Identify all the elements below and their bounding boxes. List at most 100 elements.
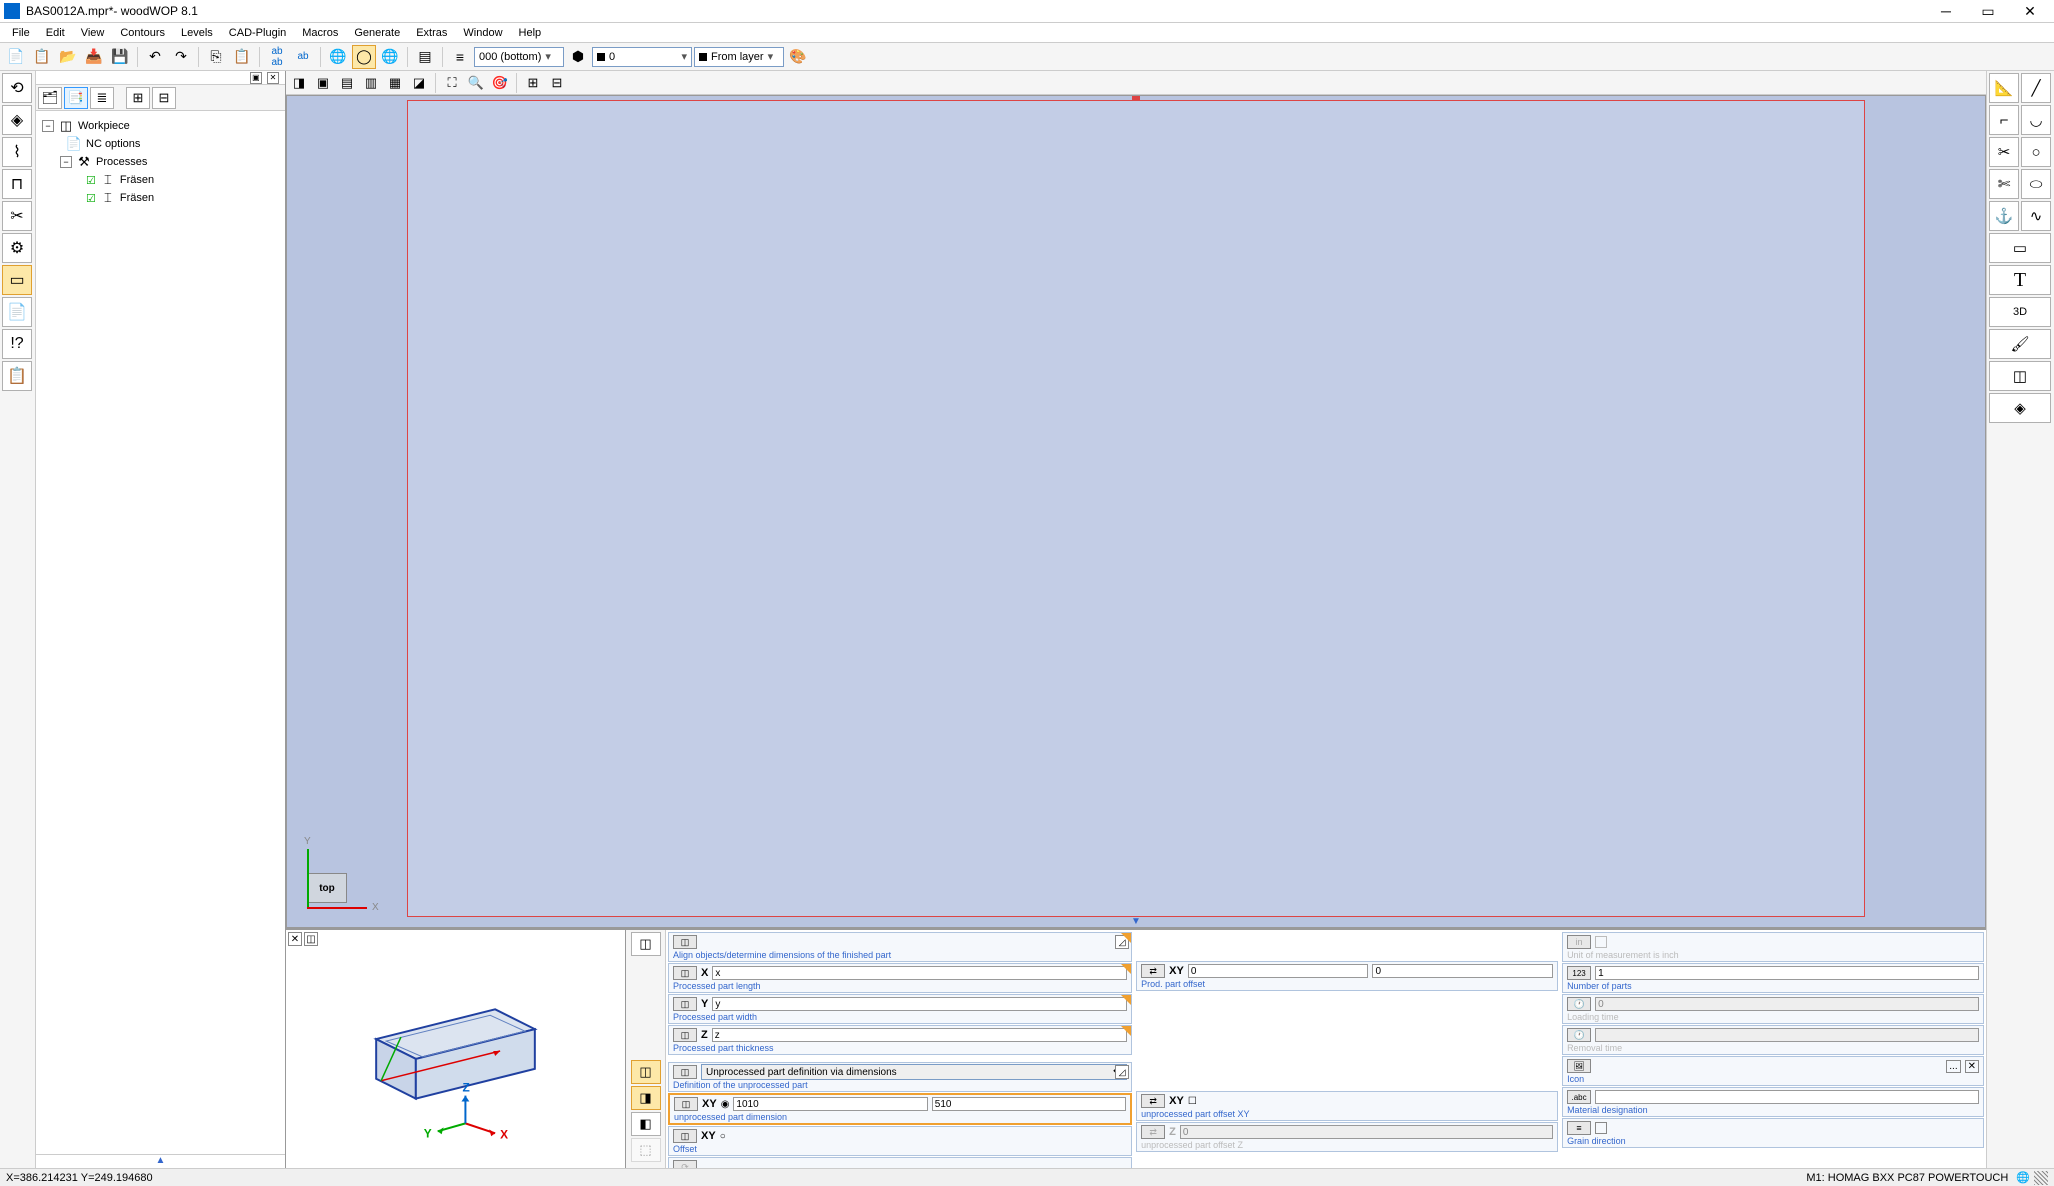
measure-icon[interactable]: 📐 <box>1989 73 2019 103</box>
tree-expander[interactable]: − <box>42 120 54 132</box>
shape2-icon[interactable]: ◫ <box>1989 361 2051 391</box>
layer-select[interactable]: 000 (bottom)▾ <box>474 47 564 67</box>
workpiece-outline[interactable] <box>407 100 1865 917</box>
arc-icon[interactable]: ◡ <box>2021 105 2051 135</box>
tree-tab-3[interactable]: ≣ <box>90 87 114 109</box>
from-layer-select[interactable]: From layer▾ <box>694 47 784 67</box>
layer-manage-icon[interactable]: ⬢ <box>566 45 590 69</box>
panel-close-button[interactable]: ✕ <box>267 72 279 84</box>
trim-icon[interactable]: ✄ <box>1989 169 2019 199</box>
find-button[interactable]: ab <box>291 45 315 69</box>
view-3d-icon[interactable]: ◪ <box>408 73 430 93</box>
material-input[interactable] <box>1595 1090 1979 1104</box>
brush-icon[interactable]: 🖌 <box>1989 329 2051 359</box>
prop-numparts-cell[interactable]: 123 Number of parts <box>1562 963 1984 993</box>
panel-pin-button[interactable]: ▣ <box>250 72 262 84</box>
clear-icon-button[interactable]: ✕ <box>1965 1060 1979 1073</box>
view-top-icon[interactable]: ▣ <box>312 73 334 93</box>
tree-tab-1[interactable]: 🗂 <box>38 87 62 109</box>
line-icon[interactable]: ╱ <box>2021 73 2051 103</box>
layers-tool-icon[interactable]: ◈ <box>2 105 32 135</box>
zoom-icon[interactable]: 🔍 <box>465 73 487 93</box>
tree-nc-options-label[interactable]: NC options <box>86 138 140 150</box>
check-icon[interactable]: ☑ <box>86 174 96 187</box>
unproc-x-input[interactable] <box>733 1097 927 1111</box>
prop-icon-cell[interactable]: 🖼...✕ Icon <box>1562 1056 1984 1086</box>
prop-unproc-def-cell[interactable]: ◿ ◫Unprocessed part definition via dimen… <box>668 1062 1132 1092</box>
xy-off-2-input[interactable] <box>1372 964 1553 978</box>
numparts-input[interactable] <box>1595 966 1979 980</box>
extrude-icon[interactable]: ◈ <box>1989 393 2051 423</box>
menu-window[interactable]: Window <box>455 25 510 41</box>
view-iso-icon[interactable]: ◨ <box>288 73 310 93</box>
zoom-target-icon[interactable]: 🎯 <box>489 73 511 93</box>
menu-contours[interactable]: Contours <box>112 25 173 41</box>
globe2-button[interactable]: 🌐 <box>378 45 402 69</box>
help-tool-icon[interactable]: !? <box>2 329 32 359</box>
prop-align-cell[interactable]: ◿ ◫ Align objects/determine dimensions o… <box>668 932 1132 962</box>
mini-box3-icon[interactable]: ◨ <box>631 1086 661 1110</box>
viewport-collapse-arrow[interactable]: ▼ <box>1131 916 1141 927</box>
prop-material-cell[interactable]: .abc Material designation <box>1562 1087 1984 1117</box>
toggle-arrow-icon[interactable]: ◿ <box>1115 935 1129 949</box>
new-file-button[interactable]: 📄 <box>4 45 28 69</box>
menu-help[interactable]: Help <box>511 25 550 41</box>
globe-button[interactable]: 🌐 <box>326 45 350 69</box>
maximize-button[interactable]: ▭ <box>1968 1 2008 21</box>
x-input[interactable] <box>712 966 1127 980</box>
gear-tool-icon[interactable]: ⚙ <box>2 233 32 263</box>
spline-icon[interactable]: ∿ <box>2021 201 2051 231</box>
menu-file[interactable]: File <box>4 25 38 41</box>
layers-icon[interactable]: ▤ <box>413 45 437 69</box>
tree-tab-2[interactable]: 📑 <box>64 87 88 109</box>
xy-off-1-input[interactable] <box>1188 964 1369 978</box>
rectangle-icon[interactable]: ▭ <box>1989 233 2051 263</box>
undo-button[interactable]: ↶ <box>143 45 167 69</box>
prop-xy-offset-cell[interactable]: ⇄XY Prod. part offset <box>1136 961 1558 991</box>
menu-cad-plugin[interactable]: CAD-Plugin <box>221 25 294 41</box>
view-front-icon[interactable]: ▤ <box>336 73 358 93</box>
bracket-tool-icon[interactable]: ⊓ <box>2 169 32 199</box>
text-icon[interactable]: T <box>1989 265 2051 295</box>
save-button[interactable]: 💾 <box>108 45 132 69</box>
circle-icon[interactable]: ○ <box>2021 137 2051 167</box>
prop-y-cell[interactable]: ◫Y Processed part width <box>668 994 1132 1024</box>
menu-edit[interactable]: Edit <box>38 25 73 41</box>
prop-offset-cell[interactable]: ◫XY○ Offset <box>668 1126 1132 1156</box>
tree-workpiece-label[interactable]: Workpiece <box>78 120 130 132</box>
preview-close-button[interactable]: ✕ <box>288 932 302 946</box>
fit-icon[interactable]: ⛶ <box>441 73 463 93</box>
prop-z-cell[interactable]: ◫Z Processed part thickness <box>668 1025 1132 1055</box>
open-button[interactable]: 📂 <box>56 45 80 69</box>
prop-grain-cell[interactable]: ≡ Grain direction <box>1562 1118 1984 1148</box>
view-cube-top[interactable]: top <box>307 873 347 903</box>
tree-expander[interactable]: − <box>60 156 72 168</box>
prop-unproc-dim-cell[interactable]: ➜ ◫XY◉ unprocessed part dimension <box>668 1093 1132 1125</box>
unproc-def-select[interactable]: Unprocessed part definition via dimensio… <box>701 1064 1127 1080</box>
snap2-icon[interactable]: ⊟ <box>546 73 568 93</box>
preview-isometric[interactable]: X Y Z <box>286 930 625 1168</box>
color-picker-icon[interactable]: 🎨 <box>786 45 810 69</box>
tree-collapse-arrow[interactable]: ▲ <box>36 1154 285 1168</box>
check-icon[interactable]: ☑ <box>86 192 96 205</box>
circle-button[interactable]: ◯ <box>352 45 376 69</box>
snap-icon[interactable]: ⚓ <box>1989 201 2019 231</box>
tree-fraesen1-label[interactable]: Fräsen <box>120 174 154 186</box>
browse-icon-button[interactable]: ... <box>1946 1060 1960 1073</box>
toggle-arrow-icon[interactable]: ◿ <box>1115 1065 1129 1079</box>
cut-icon[interactable]: ✂ <box>1989 137 2019 167</box>
tree-fraesen2-label[interactable]: Fräsen <box>120 192 154 204</box>
labels-button[interactable]: abab <box>265 45 289 69</box>
status-globe-icon[interactable]: 🌐 <box>2016 1171 2030 1184</box>
menu-extras[interactable]: Extras <box>408 25 455 41</box>
tree-tab-5[interactable]: ⊟ <box>152 87 176 109</box>
preview-box-icon[interactable]: ◫ <box>304 932 318 946</box>
redo-button[interactable]: ↷ <box>169 45 193 69</box>
ellipse-icon[interactable]: ⬭ <box>2021 169 2051 199</box>
3d-icon[interactable]: 3D <box>1989 297 2051 327</box>
view-side-icon[interactable]: ▥ <box>360 73 382 93</box>
grain-checkbox[interactable] <box>1595 1122 1607 1134</box>
view-back-icon[interactable]: ▦ <box>384 73 406 93</box>
panel-tool-icon[interactable]: ▭ <box>2 265 32 295</box>
paste-button[interactable]: 📋 <box>230 45 254 69</box>
